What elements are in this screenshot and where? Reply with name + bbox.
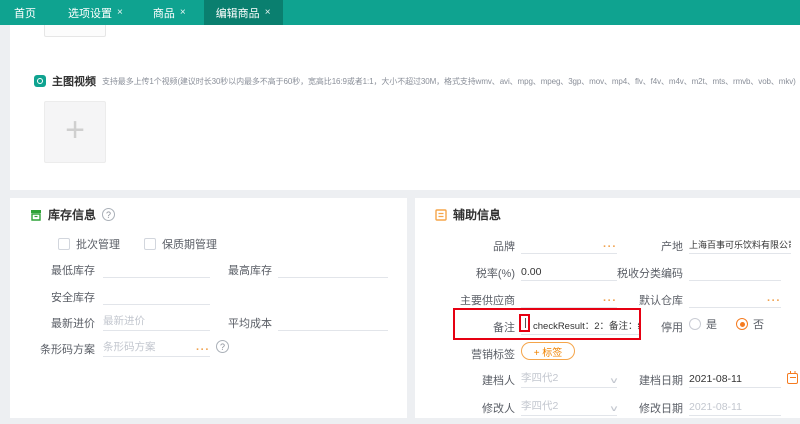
- close-icon[interactable]: ×: [265, 7, 271, 18]
- main-supplier-input[interactable]: ···: [521, 289, 617, 308]
- main-video-title: 主图视频: [52, 76, 96, 88]
- remark-label: 备注: [493, 322, 515, 334]
- latest-price-input[interactable]: 最新进价: [103, 312, 210, 331]
- tab-label: 编辑商品: [215, 7, 260, 20]
- tab-products[interactable]: 商品 ×: [141, 0, 198, 25]
- max-stock-input[interactable]: [278, 259, 388, 278]
- min-stock-label: 最低库存: [51, 265, 95, 277]
- video-section-icon: [34, 75, 46, 87]
- help-icon[interactable]: ?: [216, 340, 229, 353]
- disabled-radio-group: 是 否: [689, 316, 764, 332]
- latest-price-label: 最新进价: [51, 318, 95, 330]
- modify-date-label: 修改日期: [639, 403, 683, 415]
- shelf-life-management-label: 保质期管理: [162, 239, 217, 251]
- latest-price-placeholder: 最新进价: [103, 315, 145, 327]
- modify-date-value: 2021-08-11: [689, 401, 742, 413]
- auxiliary-panel-header: 辅助信息: [435, 206, 501, 223]
- help-icon[interactable]: ?: [102, 208, 116, 221]
- ellipsis-picker-icon[interactable]: ···: [767, 296, 781, 307]
- product-media-section: 主图视频 支持最多上传1个视频(建议时长30秒以内最多不高于60秒，宽高比16:…: [10, 25, 800, 190]
- tab-home[interactable]: 首页: [0, 0, 50, 25]
- inventory-info-panel: 库存信息 ? 批次管理 保质期管理 最低库存 最高库存 安全库存 最新进价 最新…: [10, 198, 407, 418]
- plus-icon: +: [65, 111, 85, 149]
- form-icon: [435, 208, 447, 221]
- tab-option-settings[interactable]: 选项设置 ×: [56, 0, 135, 25]
- tax-code-input[interactable]: [689, 262, 781, 281]
- disabled-no-radio[interactable]: [736, 318, 748, 330]
- inventory-checkbox-row: 批次管理 保质期管理: [58, 236, 217, 252]
- create-date-value: 2021-08-11: [689, 373, 742, 385]
- barcode-scheme-input[interactable]: 条形码方案 ···: [103, 338, 210, 357]
- tab-bar: 首页 选项设置 × 商品 × 编辑商品 ×: [0, 0, 800, 25]
- safe-stock-label: 安全库存: [51, 292, 95, 304]
- modify-date-input[interactable]: 2021-08-11: [689, 397, 781, 416]
- disabled-no-label: 否: [753, 319, 764, 331]
- batch-management-label: 批次管理: [76, 239, 120, 251]
- tab-home-label: 首页: [14, 7, 36, 20]
- inventory-panel-title: 库存信息: [48, 208, 97, 222]
- barcode-scheme-placeholder: 条形码方案: [103, 341, 156, 353]
- image-upload-tile-cutoff[interactable]: [44, 25, 106, 37]
- tab-edit-product[interactable]: 编辑商品 ×: [203, 0, 283, 25]
- close-icon[interactable]: ×: [180, 7, 186, 18]
- default-warehouse-label: 默认仓库: [639, 295, 683, 307]
- creator-label: 建档人: [482, 375, 515, 387]
- auxiliary-info-panel: 辅助信息 品牌 ··· 产地 上海百事可乐饮料有限公司 税率(%) 0.00 税…: [415, 198, 800, 418]
- create-date-input[interactable]: 2021-08-11: [689, 369, 781, 388]
- min-stock-input[interactable]: [103, 259, 210, 278]
- origin-label: 产地: [661, 241, 683, 253]
- creator-select[interactable]: 李四代2 ∨: [521, 369, 619, 388]
- avg-cost-input[interactable]: [278, 312, 388, 331]
- modifier-value: 李四代2: [521, 400, 559, 412]
- modifier-select[interactable]: 李四代2 ∨: [521, 397, 619, 416]
- brand-label: 品牌: [493, 241, 515, 253]
- tax-rate-input[interactable]: 0.00: [521, 262, 617, 281]
- main-video-description: 支持最多上传1个视频(建议时长30秒以内最多不高于60秒，宽高比16:9或者1:…: [102, 76, 796, 86]
- batch-management-checkbox[interactable]: [58, 238, 70, 250]
- video-upload-button[interactable]: +: [44, 101, 106, 163]
- tab-label: 商品: [152, 7, 175, 20]
- creator-value: 李四代2: [521, 372, 559, 384]
- disabled-yes-label: 是: [706, 319, 717, 331]
- disabled-yes-radio[interactable]: [689, 318, 701, 330]
- tax-code-label: 税收分类编码: [617, 268, 683, 280]
- inventory-panel-header: 库存信息 ?: [30, 206, 116, 223]
- calendar-icon[interactable]: [787, 371, 798, 384]
- main-video-header: 主图视频 支持最多上传1个视频(建议时长30秒以内最多不高于60秒，宽高比16:…: [34, 73, 796, 89]
- tax-rate-value: 0.00: [521, 266, 542, 278]
- close-icon[interactable]: ×: [117, 7, 123, 18]
- auxiliary-panel-title: 辅助信息: [453, 208, 502, 222]
- origin-value: 上海百事可乐饮料有限公司: [689, 240, 791, 250]
- barcode-scheme-label: 条形码方案: [40, 344, 95, 356]
- shelf-life-management-checkbox[interactable]: [144, 238, 156, 250]
- brand-input[interactable]: ···: [521, 235, 617, 254]
- create-date-label: 建档日期: [639, 375, 683, 387]
- add-tag-button-label: + 标签: [533, 347, 563, 359]
- max-stock-label: 最高库存: [228, 265, 272, 277]
- marketing-tags-label: 营销标签: [471, 349, 515, 361]
- safe-stock-input[interactable]: [103, 286, 210, 305]
- disabled-label: 停用: [661, 322, 683, 334]
- modifier-label: 修改人: [482, 403, 515, 415]
- tab-label: 选项设置: [68, 7, 112, 20]
- store-icon: [31, 209, 41, 221]
- default-warehouse-input[interactable]: ···: [689, 289, 781, 308]
- main-supplier-label: 主要供应商: [460, 295, 515, 307]
- origin-input[interactable]: 上海百事可乐饮料有限公司: [689, 235, 791, 254]
- tax-rate-label: 税率(%): [475, 268, 515, 280]
- avg-cost-label: 平均成本: [228, 318, 272, 330]
- ellipsis-picker-icon[interactable]: ···: [196, 345, 210, 356]
- add-tag-button[interactable]: + 标签: [521, 342, 575, 360]
